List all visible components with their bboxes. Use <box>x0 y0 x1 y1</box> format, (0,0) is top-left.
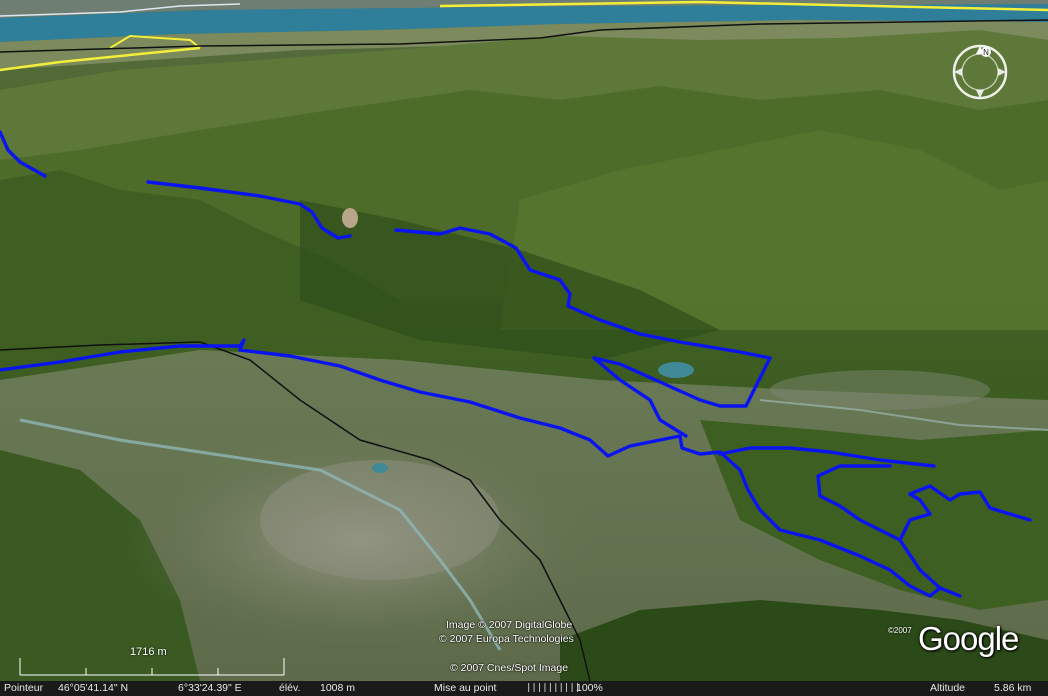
clearing <box>342 208 358 228</box>
logo-copyright: ©2007 <box>888 626 912 635</box>
compass-icon[interactable]: N <box>948 40 1012 104</box>
scale-bar: 1716 m <box>18 646 286 676</box>
attribution-cnes: © 2007 Cnes/Spot Image <box>450 662 569 674</box>
pointer-latitude: 46°05'41.14" N <box>58 682 129 694</box>
logo-word: Google <box>918 620 1019 657</box>
streaming-label: Mise au point <box>434 682 497 694</box>
lake-small <box>658 362 694 378</box>
attribution-digitalglobe: Image © 2007 DigitalGlobe <box>446 619 573 631</box>
streaming-progress: |||||||||| <box>526 683 581 693</box>
elevation-value: 1008 m <box>320 682 356 694</box>
attribution-europa: © 2007 Europa Technologies <box>439 633 574 645</box>
altitude-value: 5.86 km <box>994 682 1032 694</box>
google-logo: ©2007 Google <box>888 618 1030 662</box>
elevation-label: élév. <box>279 682 301 694</box>
scale-ruler <box>19 658 285 676</box>
pointer-longitude: 6°33'24.39" E <box>178 682 242 694</box>
status-bar: Pointeur 46°05'41.14" N 6°33'24.39" E él… <box>0 681 1048 696</box>
map-viewport[interactable]: N Image © 2007 DigitalGlobe © 2007 Europ… <box>0 0 1048 696</box>
terrain-view[interactable] <box>0 0 1048 696</box>
altitude-label: Altitude <box>930 682 966 694</box>
pond-small <box>372 463 388 473</box>
town-core <box>260 460 500 580</box>
navigation-compass[interactable]: N <box>948 40 1012 104</box>
compass-north-label: N <box>983 48 989 57</box>
streaming-percent: 100% <box>576 682 603 694</box>
pointer-label: Pointeur <box>4 682 44 694</box>
